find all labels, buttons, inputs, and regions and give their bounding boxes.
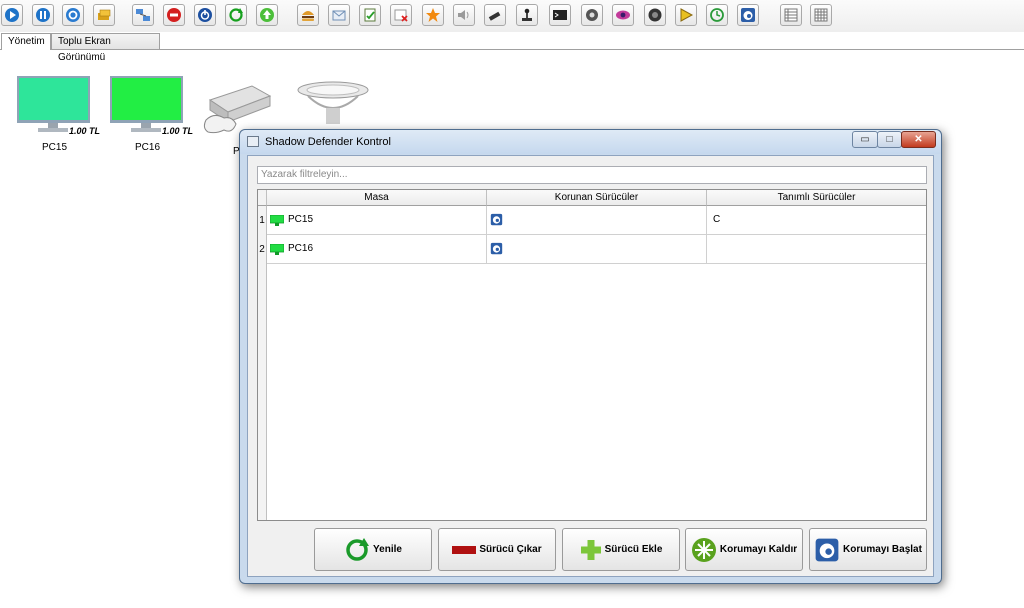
dialog-title: Shadow Defender Kontrol bbox=[265, 136, 391, 148]
play-icon[interactable] bbox=[1, 4, 23, 26]
shadow-defender-icon bbox=[490, 213, 503, 226]
start-protection-button[interactable]: Korumayı Başlat bbox=[809, 528, 927, 571]
joystick-icon[interactable] bbox=[516, 4, 538, 26]
pause-icon[interactable] bbox=[32, 4, 54, 26]
column-header-masa[interactable]: Masa bbox=[267, 190, 487, 206]
main-toolbar bbox=[0, 0, 1024, 32]
grid-view-icon[interactable] bbox=[810, 4, 832, 26]
tab-label: Toplu Ekran Görünümü bbox=[58, 36, 111, 63]
refresh-label: Yenile bbox=[373, 544, 402, 555]
shadow-defender-icon[interactable] bbox=[737, 4, 759, 26]
tab-bulk-screen-view[interactable]: Toplu Ekran Görünümü bbox=[51, 33, 160, 63]
corner-header bbox=[258, 190, 267, 206]
tab-management[interactable]: Yönetim bbox=[1, 33, 51, 50]
column-header-tanimli[interactable]: Tanımlı Sürücüler bbox=[707, 190, 926, 206]
masa-cell: PC15 bbox=[267, 206, 487, 235]
star-icon[interactable] bbox=[422, 4, 444, 26]
restart-icon[interactable] bbox=[225, 4, 247, 26]
remove-protection-label: Korumayı Kaldır bbox=[719, 544, 798, 555]
plus-icon bbox=[580, 539, 601, 560]
filter-input[interactable]: Yazarak filtreleyin... bbox=[257, 166, 927, 184]
refresh-icon bbox=[346, 537, 370, 561]
monitor-icon bbox=[270, 215, 284, 226]
maximize-button[interactable]: □ bbox=[877, 131, 902, 148]
volume-icon[interactable] bbox=[453, 4, 475, 26]
station-name: PC16 bbox=[135, 142, 161, 153]
network-icon[interactable] bbox=[132, 4, 154, 26]
row-number: 1 bbox=[258, 206, 267, 235]
close-icon: ✕ bbox=[914, 134, 923, 145]
station-price: 1.00 TL bbox=[162, 126, 194, 136]
power-off-icon[interactable] bbox=[163, 4, 185, 26]
drives-table: Masa Korunan Sürücüler Tanımlı Sürücüler… bbox=[257, 189, 927, 521]
shadow-defender-icon bbox=[815, 538, 839, 561]
maximize-icon: □ bbox=[886, 134, 893, 145]
burger-icon[interactable] bbox=[297, 4, 319, 26]
table-icon[interactable] bbox=[296, 80, 370, 130]
row-number: 2 bbox=[258, 235, 267, 264]
edit-document-icon[interactable] bbox=[359, 4, 381, 26]
message-icon[interactable] bbox=[328, 4, 350, 26]
refresh-button[interactable]: Yenile bbox=[314, 528, 432, 571]
minus-icon bbox=[452, 545, 477, 554]
refresh-icon[interactable] bbox=[62, 4, 84, 26]
masa-cell: PC16 bbox=[267, 235, 487, 264]
korunan-cell bbox=[487, 235, 707, 264]
shutdown-icon[interactable] bbox=[194, 4, 216, 26]
history-icon[interactable] bbox=[706, 4, 728, 26]
dialog-client-area: Yazarak filtreleyin... Masa Korunan Sürü… bbox=[247, 155, 934, 577]
upload-icon[interactable] bbox=[256, 4, 278, 26]
station-name: PC15 bbox=[42, 142, 68, 153]
camera-icon[interactable] bbox=[644, 4, 666, 26]
sparkle-icon bbox=[691, 537, 716, 562]
delete-icon[interactable] bbox=[390, 4, 412, 26]
masa-label: PC16 bbox=[288, 243, 314, 254]
tanimli-cell bbox=[707, 235, 926, 264]
play-triangle-icon[interactable] bbox=[675, 4, 697, 26]
close-button[interactable]: ✕ bbox=[901, 131, 936, 148]
add-drive-label: Sürücü Ekle bbox=[604, 544, 663, 555]
minimize-button[interactable]: ▭ bbox=[852, 131, 878, 148]
remove-drive-label: Sürücü Çıkar bbox=[479, 544, 542, 555]
tab-label: Yönetim bbox=[8, 36, 45, 47]
window-icon bbox=[247, 136, 259, 147]
masa-label: PC15 bbox=[288, 214, 314, 225]
shadow-defender-icon bbox=[490, 242, 503, 255]
monitor-icon bbox=[270, 244, 284, 255]
usb-icon[interactable] bbox=[484, 4, 506, 26]
tanimli-cell: C bbox=[707, 206, 926, 235]
station-price: 1.00 TL bbox=[69, 126, 101, 136]
tab-bar: Yönetim Toplu Ekran Görünümü bbox=[0, 32, 1024, 63]
dialog-titlebar[interactable]: Shadow Defender Kontrol ▭ □ ✕ bbox=[240, 130, 941, 154]
minimize-icon: ▭ bbox=[860, 134, 870, 145]
shadow-defender-dialog: Shadow Defender Kontrol ▭ □ ✕ Yazarak fi… bbox=[239, 129, 942, 584]
start-protection-label: Korumayı Başlat bbox=[843, 544, 922, 555]
remove-drive-button[interactable]: Sürücü Çıkar bbox=[438, 528, 556, 571]
money-icon[interactable] bbox=[93, 4, 115, 26]
column-header-korunan[interactable]: Korunan Sürücüler bbox=[487, 190, 707, 206]
terminal-icon[interactable] bbox=[549, 4, 571, 26]
korunan-cell bbox=[487, 206, 707, 235]
list-view-icon[interactable] bbox=[780, 4, 802, 26]
eye-icon[interactable] bbox=[612, 4, 634, 26]
settings-icon[interactable] bbox=[581, 4, 603, 26]
remove-protection-button[interactable]: Korumayı Kaldır bbox=[685, 528, 803, 571]
tanimli-label: C bbox=[713, 214, 721, 225]
add-drive-button[interactable]: Sürücü Ekle bbox=[562, 528, 680, 571]
